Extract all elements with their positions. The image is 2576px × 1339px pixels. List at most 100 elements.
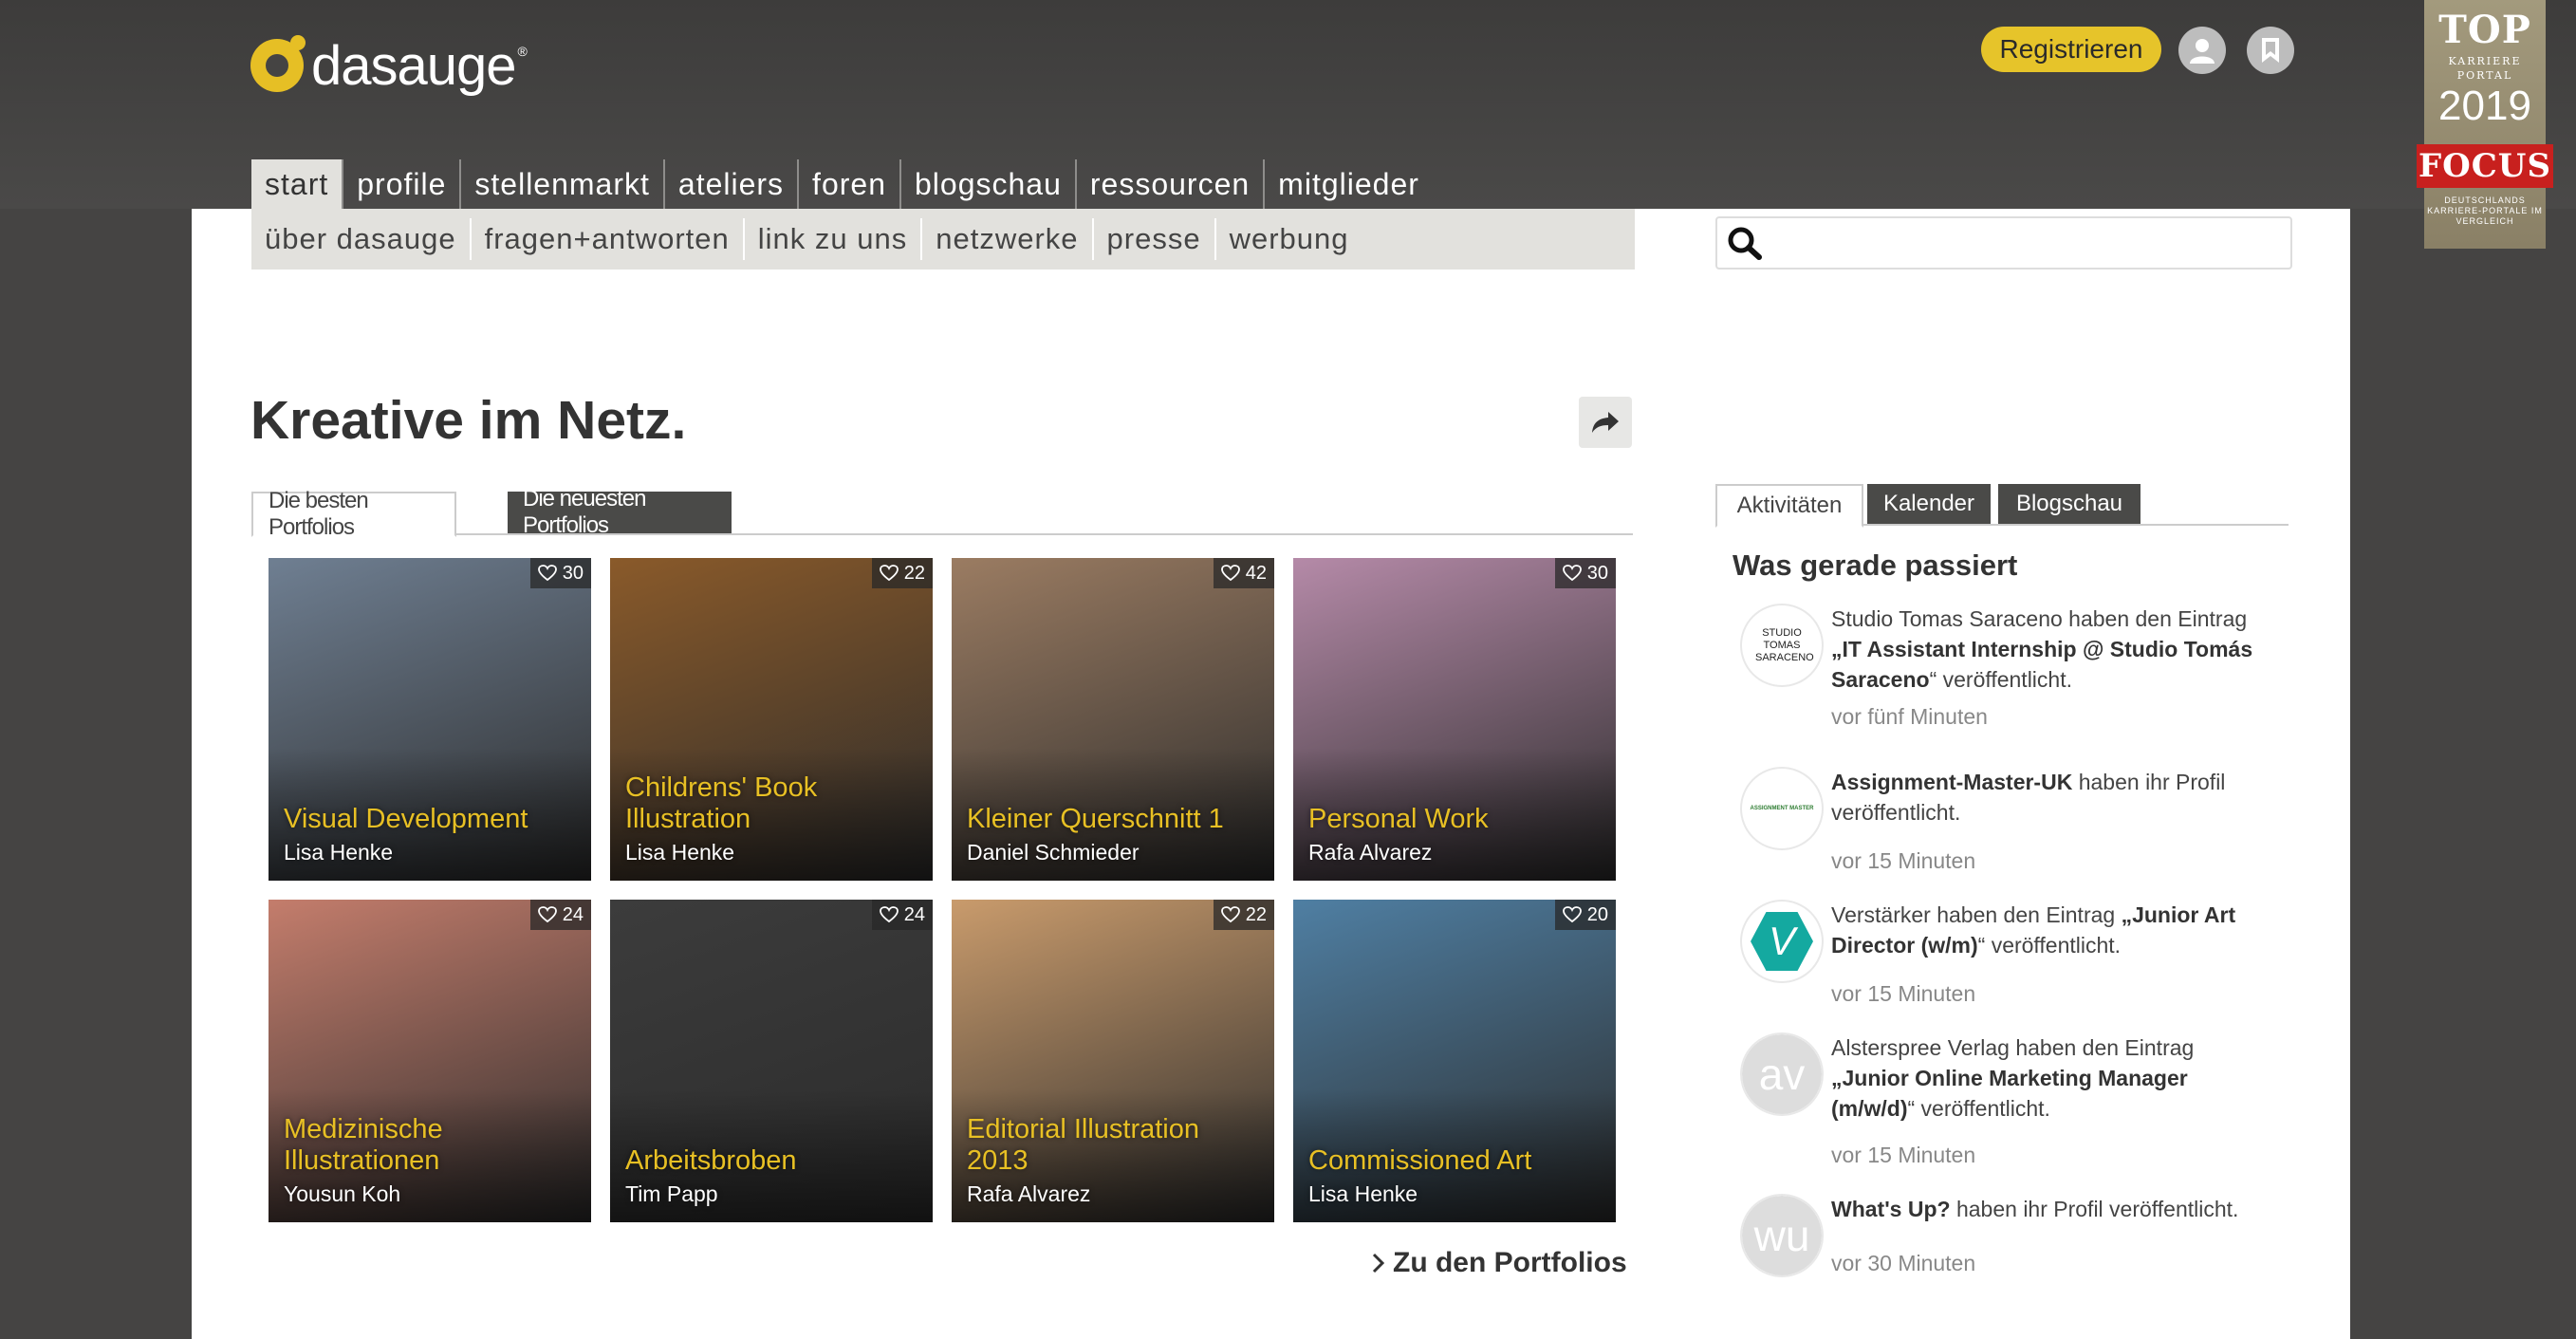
- bookmark-icon: [2262, 38, 2279, 63]
- register-button[interactable]: Registrieren: [1981, 27, 2161, 72]
- portfolio-title: Arbeitsbroben: [625, 1145, 797, 1176]
- user-icon: [2190, 39, 2215, 64]
- likes-count: 20: [1586, 903, 1608, 925]
- activity-pre: Studio Tomas Saraceno haben den Eintrag: [1831, 606, 2248, 631]
- activity-time: vor 15 Minuten: [1831, 848, 1976, 873]
- search-input[interactable]: [1772, 226, 2279, 260]
- sub-navigation: über dasauge fragen+antworten link zu un…: [251, 209, 1635, 270]
- focus-top-karriereportal-badge[interactable]: TOP KARRIERE PORTAL 2019 FOCUS DEUTSCHLA…: [2417, 0, 2553, 249]
- activity-pre: Verstärker haben den Eintrag: [1831, 902, 2122, 927]
- portfolio-tile[interactable]: 42 Kleiner Querschnitt 1 Daniel Schmieder: [952, 558, 1274, 881]
- nav-mitglieder[interactable]: mitglieder: [1263, 159, 1433, 209]
- likes-badge: 20: [1554, 900, 1616, 930]
- share-arrow-icon: [1592, 412, 1619, 433]
- logo-text: dasauge: [311, 34, 517, 97]
- portfolio-author: Lisa Henke: [284, 840, 394, 865]
- portfolio-author: Daniel Schmieder: [967, 840, 1140, 865]
- avatar-label: ASSIGNMENT MASTER: [1750, 806, 1814, 811]
- chevron-right-icon: [1372, 1253, 1385, 1274]
- nav-start[interactable]: start: [251, 159, 343, 209]
- activity-post: “ veröffentlicht.: [1977, 933, 2122, 958]
- portfolio-tile[interactable]: 30 Personal Work Rafa Alvarez: [1293, 558, 1616, 881]
- activity-heading: Was gerade passiert: [1733, 549, 2018, 582]
- nav-ressourcen[interactable]: ressourcen: [1074, 159, 1263, 209]
- portfolio-tile[interactable]: 24 Medizinische Illustrationen Yousun Koh: [269, 900, 591, 1222]
- activity-text: What's Up? haben ihr Profil veröffentlic…: [1831, 1194, 2268, 1224]
- portfolio-tile[interactable]: 30 Visual Development Lisa Henke: [269, 558, 591, 881]
- share-button[interactable]: [1579, 397, 1632, 448]
- likes-count: 30: [562, 562, 584, 584]
- avatar-label: av: [1758, 1050, 1806, 1099]
- heart-icon: [879, 565, 899, 582]
- user-account-button[interactable]: [2178, 27, 2226, 74]
- logo[interactable]: dasauge ®: [250, 32, 528, 99]
- activity-text: Verstärker haben den Eintrag „Junior Art…: [1831, 900, 2268, 960]
- portfolio-tile[interactable]: 20 Commissioned Art Lisa Henke: [1293, 900, 1616, 1222]
- portfolio-tile[interactable]: 24 Arbeitsbroben Tim Papp: [610, 900, 933, 1222]
- activity-link[interactable]: Assignment-Master-UK: [1831, 770, 2072, 794]
- likes-count: 22: [903, 562, 925, 584]
- heart-icon: [1562, 906, 1582, 923]
- verstaerker-logo-icon: V: [1751, 911, 1813, 972]
- subnav-fragen-antworten[interactable]: fragen+antworten: [469, 218, 743, 260]
- portfolio-author: Lisa Henke: [1308, 1181, 1418, 1206]
- activity-pre: Alsterspree Verlag haben den Eintrag: [1831, 1035, 2195, 1060]
- portfolio-title: Commissioned Art: [1308, 1145, 1532, 1176]
- page-title: Kreative im Netz.: [250, 390, 687, 451]
- portfolio-tile[interactable]: 22 Editorial Illustration 2013 Rafa Alvare…: [952, 900, 1274, 1222]
- subnav-ueber-dasauge[interactable]: über dasauge: [251, 218, 470, 260]
- portfolio-title: Childrens' Book Illustration: [625, 772, 818, 834]
- activity-post: “ veröffentlicht.: [1929, 667, 2072, 692]
- heart-icon: [879, 906, 899, 923]
- likes-count: 42: [1245, 562, 1267, 584]
- subnav-werbung[interactable]: werbung: [1214, 218, 1362, 260]
- avatar[interactable]: wu: [1740, 1194, 1824, 1277]
- search-icon[interactable]: [1727, 226, 1765, 260]
- activity-time: vor 15 Minuten: [1831, 1143, 1976, 1167]
- avatar-label: wu: [1753, 1211, 1810, 1260]
- tab-best-portfolios[interactable]: Die besten Portfolios: [251, 488, 456, 540]
- nav-foren[interactable]: foren: [797, 159, 899, 209]
- portfolio-author: Rafa Alvarez: [1308, 840, 1433, 865]
- nav-stellenmarkt[interactable]: stellenmarkt: [459, 159, 663, 209]
- likes-badge: 30: [529, 558, 591, 588]
- badge-year: 2019: [2438, 83, 2531, 129]
- subnav-link-zu-uns[interactable]: link zu uns: [742, 218, 920, 260]
- likes-badge: 30: [1554, 558, 1616, 588]
- avatar[interactable]: av: [1740, 1032, 1824, 1116]
- nav-blogschau[interactable]: blogschau: [899, 159, 1075, 209]
- subnav-netzwerke[interactable]: netzwerke: [920, 218, 1091, 260]
- nav-ateliers[interactable]: ateliers: [662, 159, 797, 209]
- avatar[interactable]: STUDIO TOMAS SARACENO: [1740, 604, 1824, 687]
- portfolio-author: Tim Papp: [625, 1181, 718, 1206]
- bookmarks-button[interactable]: [2247, 27, 2294, 74]
- likes-badge: 24: [529, 900, 591, 930]
- avatar[interactable]: ASSIGNMENT MASTER: [1740, 767, 1824, 850]
- likes-count: 22: [1245, 903, 1267, 925]
- portfolio-tile[interactable]: 22 Childrens' Book Illustration Lisa Henke: [610, 558, 933, 881]
- heart-icon: [1220, 565, 1240, 582]
- portfolio-title: Kleiner Querschnitt 1: [967, 804, 1224, 834]
- to-portfolios-label: Zu den Portfolios: [1393, 1247, 1627, 1278]
- portfolio-title: Editorial Illustration 2013: [967, 1114, 1199, 1176]
- activity-text: Alsterspree Verlag haben den Eintrag „Ju…: [1831, 1032, 2268, 1124]
- avatar[interactable]: V: [1740, 900, 1824, 983]
- subnav-presse[interactable]: presse: [1091, 218, 1214, 260]
- badge-footer: DEUTSCHLANDS KARRIERE-PORTALE IM VERGLEI…: [2427, 195, 2543, 226]
- likes-badge: 24: [871, 900, 933, 930]
- activity-link[interactable]: What's Up?: [1831, 1197, 1951, 1221]
- likes-count: 30: [1586, 562, 1608, 584]
- heart-icon: [1220, 906, 1240, 923]
- portfolio-title: Medizinische Illustrationen: [284, 1114, 443, 1176]
- badge-top: TOP: [2438, 8, 2531, 52]
- likes-badge: 22: [1213, 900, 1274, 930]
- likes-badge: 42: [1213, 558, 1274, 588]
- tab-newest-portfolios[interactable]: Die neuesten Portfolios: [508, 486, 732, 538]
- tab-blogschau[interactable]: Blogschau: [1998, 484, 2140, 524]
- portfolio-author: Rafa Alvarez: [967, 1181, 1091, 1206]
- to-portfolios-link[interactable]: Zu den Portfolios: [1372, 1247, 1627, 1279]
- likes-count: 24: [562, 903, 584, 925]
- tab-kalender[interactable]: Kalender: [1867, 484, 1991, 524]
- tab-aktivitaeten[interactable]: Aktivitäten: [1715, 484, 1863, 528]
- nav-profile[interactable]: profile: [342, 159, 459, 209]
